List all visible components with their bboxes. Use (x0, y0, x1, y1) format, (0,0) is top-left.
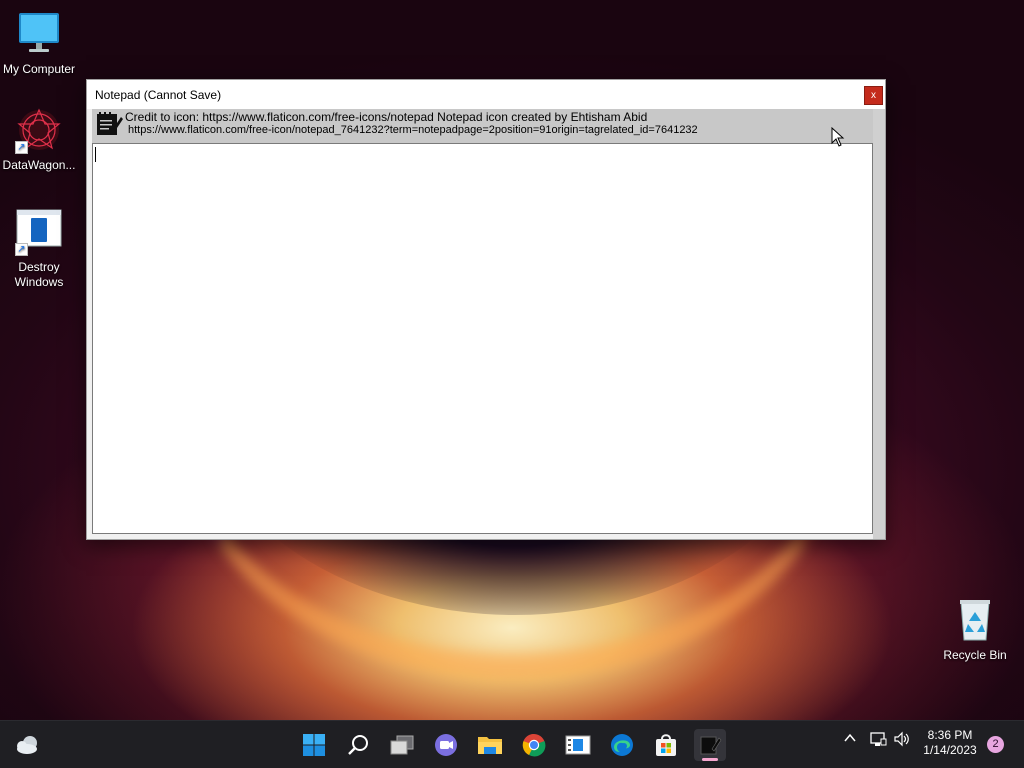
close-button[interactable]: x (864, 86, 883, 105)
film-icon (565, 735, 591, 755)
chevron-up-icon (844, 733, 856, 742)
shortcut-arrow-icon: ↗ (15, 141, 28, 154)
shortcut-arrow-icon: ↗ (15, 243, 28, 256)
desktop-icon-label: Recycle Bin (943, 648, 1007, 662)
desktop-icon-label: Destroy Windows (14, 260, 64, 289)
notepad-icon (95, 111, 123, 137)
text-editor[interactable] (92, 143, 873, 534)
app-window-icon: ↗ (15, 208, 63, 256)
start-button[interactable] (298, 729, 330, 761)
show-hidden-icons-button[interactable] (842, 730, 858, 749)
desktop-icon-label: My Computer (2, 62, 76, 76)
search-button[interactable] (342, 729, 374, 761)
chat-button[interactable] (430, 729, 462, 761)
desktop-icon-destroy-windows[interactable]: ↗ Destroy Windows (0, 208, 78, 290)
monitor-icon (15, 10, 63, 58)
speaker-icon (894, 731, 909, 747)
datawagon-icon: ↗ (15, 106, 63, 154)
chrome-button[interactable] (518, 729, 550, 761)
desktop-icon-label: DataWagon... (2, 158, 76, 172)
file-explorer-button[interactable] (474, 729, 506, 761)
store-button[interactable] (650, 729, 682, 761)
desktop-icon-recycle-bin[interactable]: Recycle Bin (936, 596, 1014, 663)
network-icon (870, 732, 887, 746)
edge-icon (611, 734, 633, 756)
store-bag-icon (656, 734, 676, 756)
taskbar-clock[interactable]: 8:36 PM 1/14/2023 (916, 728, 984, 758)
clock-time: 8:36 PM (927, 728, 973, 742)
teams-chat-icon (435, 734, 457, 756)
credit-text-line1: Credit to icon: https://www.flaticon.com… (125, 110, 648, 124)
window-side-border (873, 109, 885, 539)
desktop-icon-datawagon[interactable]: ↗ DataWagon... (0, 106, 78, 173)
notepad-icon (700, 736, 722, 755)
window-title: Notepad (Cannot Save) (95, 88, 222, 102)
chrome-icon (522, 733, 546, 757)
task-view-button[interactable] (386, 729, 418, 761)
network-button[interactable] (869, 730, 887, 751)
recycle-bin-icon (951, 596, 999, 644)
window-titlebar[interactable]: Notepad (Cannot Save) x (87, 80, 885, 109)
weather-widget-button[interactable] (12, 729, 44, 761)
search-icon (348, 735, 368, 755)
notepad-window[interactable]: Notepad (Cannot Save) x Credit to icon: … (86, 79, 886, 540)
notification-badge[interactable]: 2 (987, 736, 1004, 753)
notepad-taskbar-button[interactable] (694, 729, 726, 761)
clock-date: 1/14/2023 (923, 743, 977, 757)
active-app-indicator (702, 758, 718, 761)
volume-button[interactable] (893, 730, 911, 751)
mouse-pointer-icon (831, 127, 845, 147)
credit-text-line2: https://www.flaticon.com/free-icon/notep… (128, 124, 698, 136)
folder-icon (478, 737, 502, 754)
edge-button[interactable] (606, 729, 638, 761)
credit-bar: Credit to icon: https://www.flaticon.com… (92, 109, 873, 143)
windows-logo-icon (303, 734, 325, 756)
media-player-button[interactable] (562, 729, 594, 761)
desktop-icon-my-computer[interactable]: My Computer (0, 10, 78, 77)
task-view-icon (390, 735, 414, 755)
weather-cloud-icon (17, 736, 37, 754)
text-caret (95, 147, 96, 162)
